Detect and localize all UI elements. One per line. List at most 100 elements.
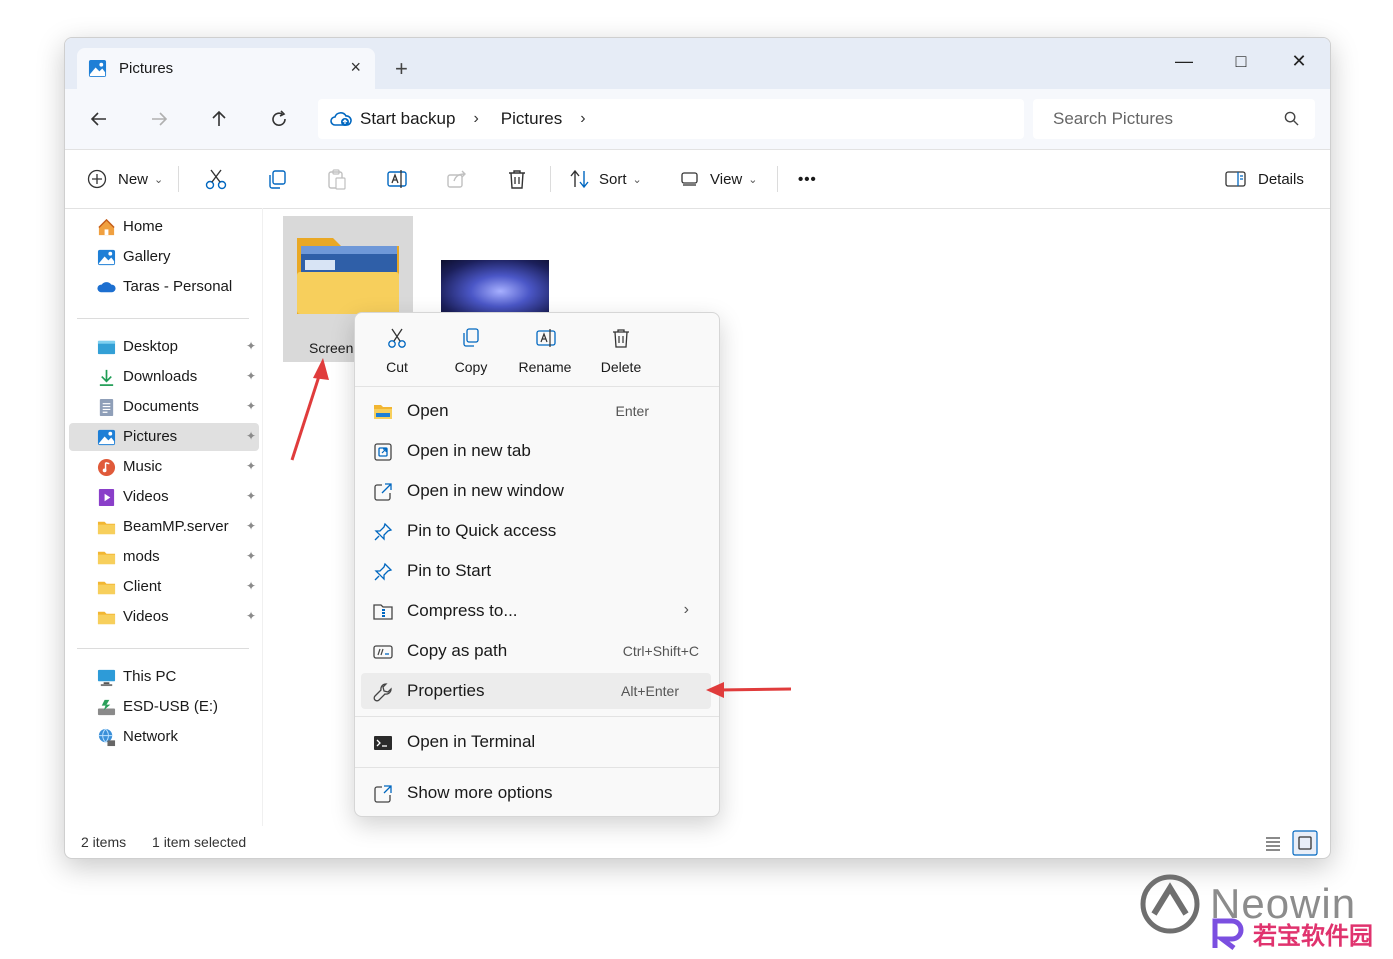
pin-icon[interactable]: ✦: [246, 609, 256, 623]
tab-pictures[interactable]: Pictures ×: [77, 48, 375, 89]
new-window-icon: [374, 483, 392, 501]
pin-icon[interactable]: ✦: [246, 579, 256, 593]
sidebar-item-desktop[interactable]: Desktop ✦: [69, 333, 259, 361]
breadcrumb-separator[interactable]: ›: [473, 110, 478, 128]
close-tab-icon[interactable]: ×: [350, 57, 361, 78]
breadcrumb-pictures[interactable]: Pictures: [501, 109, 562, 129]
sidebar-item-usb-drive[interactable]: ESD-USB (E:): [69, 693, 259, 721]
menu-item-open-new-tab[interactable]: Open in new tab: [361, 433, 711, 469]
folder-icon: [97, 581, 116, 595]
pin-icon: [374, 522, 393, 541]
menu-item-label: Pin to Quick access: [407, 521, 557, 540]
sidebar-item-documents[interactable]: Documents ✦: [69, 393, 259, 421]
details-button[interactable]: Details: [1225, 150, 1304, 208]
pin-icon[interactable]: ✦: [246, 459, 256, 473]
item-count: 2 items: [81, 834, 127, 850]
view-button[interactable]: View ⌄: [681, 150, 757, 208]
sidebar-item-videos-folder[interactable]: Videos ✦: [69, 603, 259, 631]
share-button[interactable]: [446, 150, 468, 208]
menu-item-show-more-options[interactable]: Show more options: [361, 775, 711, 811]
videos-icon: [98, 488, 115, 507]
folder-icon: [297, 238, 399, 314]
pin-icon[interactable]: ✦: [246, 369, 256, 383]
view-label: View: [710, 170, 743, 188]
menu-item-pin-quick-access[interactable]: Pin to Quick access: [361, 513, 711, 549]
forward-button[interactable]: [145, 105, 173, 133]
menu-item-label: Copy as path: [407, 641, 508, 660]
folder-open-icon: [374, 405, 392, 419]
new-tab-button[interactable]: +: [395, 56, 408, 82]
context-rename-button[interactable]: Rename: [509, 313, 581, 385]
folder-icon: [97, 611, 116, 625]
home-icon: [98, 218, 115, 236]
cut-icon: [205, 169, 227, 190]
more-options-button[interactable]: •••: [798, 150, 817, 208]
image-thumbnail[interactable]: [441, 260, 549, 312]
search-icon: [1284, 111, 1299, 126]
title-bar: Pictures × + — □ ✕: [65, 38, 1330, 89]
wrench-icon: [373, 683, 392, 702]
details-view-icon[interactable]: [1264, 835, 1282, 851]
search-input[interactable]: [1051, 108, 1275, 130]
menu-item-properties[interactable]: Properties Alt+Enter: [361, 673, 711, 709]
cut-button[interactable]: [205, 150, 227, 208]
search-box[interactable]: [1033, 99, 1315, 139]
rbsoft-watermark: 若宝软件园: [1253, 923, 1373, 950]
pin-icon[interactable]: ✦: [246, 399, 256, 413]
menu-item-label: Pin to Start: [407, 561, 492, 580]
menu-item-copy-as-path[interactable]: Copy as path Ctrl+Shift+C: [361, 633, 711, 669]
delete-button[interactable]: [506, 150, 528, 208]
maximize-button[interactable]: □: [1218, 46, 1264, 76]
paste-button[interactable]: [326, 150, 348, 208]
context-delete-button[interactable]: Delete: [585, 313, 657, 385]
tiles-view-icon[interactable]: [1292, 830, 1318, 856]
menu-item-open-terminal[interactable]: Open in Terminal: [361, 724, 711, 760]
cloud-backup-icon: [330, 112, 352, 126]
sidebar-item-gallery[interactable]: Gallery: [69, 243, 259, 271]
minimize-button[interactable]: —: [1161, 46, 1207, 76]
start-backup-link[interactable]: Start backup: [360, 109, 455, 129]
sidebar-item-home[interactable]: Home: [69, 213, 259, 241]
back-button[interactable]: [85, 105, 113, 133]
sidebar-item-label: This PC: [123, 668, 177, 685]
pictures-icon: [97, 429, 116, 446]
sidebar-item-onedrive[interactable]: Taras - Personal: [69, 273, 259, 301]
pin-icon[interactable]: ✦: [246, 429, 256, 443]
menu-item-compress[interactable]: Compress to... ›: [361, 593, 711, 629]
close-window-button[interactable]: ✕: [1276, 46, 1322, 76]
new-button[interactable]: New ⌄: [87, 150, 163, 208]
sidebar-item-beammp-server[interactable]: BeamMP.server ✦: [69, 513, 259, 541]
selection-count: 1 item selected: [152, 834, 247, 850]
address-bar[interactable]: Start backup › Pictures ›: [318, 99, 1024, 139]
context-copy-button[interactable]: Copy: [435, 313, 507, 385]
context-cut-button[interactable]: Cut: [361, 313, 433, 385]
sidebar-item-this-pc[interactable]: This PC: [69, 663, 259, 691]
refresh-button[interactable]: [265, 105, 293, 133]
pin-icon[interactable]: ✦: [246, 519, 256, 533]
pin-icon[interactable]: ✦: [246, 339, 256, 353]
pin-icon[interactable]: ✦: [246, 489, 256, 503]
sidebar-item-label: Home: [123, 218, 164, 235]
menu-item-open-new-window[interactable]: Open in new window: [361, 473, 711, 509]
menu-item-open[interactable]: Open Enter: [361, 393, 711, 429]
sidebar-item-videos[interactable]: Videos ✦: [69, 483, 259, 511]
context-rename-label: Rename: [518, 359, 572, 375]
context-copy-label: Copy: [454, 359, 488, 375]
breadcrumb-separator[interactable]: ›: [580, 110, 585, 128]
share-icon: [447, 170, 466, 188]
menu-item-pin-start[interactable]: Pin to Start: [361, 553, 711, 589]
chevron-down-icon: ⌄: [748, 173, 758, 186]
sort-button[interactable]: Sort ⌄: [569, 150, 642, 208]
sidebar-item-music[interactable]: Music ✦: [69, 453, 259, 481]
sidebar-item-network[interactable]: Network: [69, 723, 259, 751]
up-button[interactable]: [205, 105, 233, 133]
sidebar-item-client[interactable]: Client ✦: [69, 573, 259, 601]
menu-item-label: Open: [407, 401, 449, 420]
pin-icon[interactable]: ✦: [246, 549, 256, 563]
onedrive-icon: [97, 282, 116, 293]
copy-button[interactable]: [266, 150, 288, 208]
sidebar-item-pictures[interactable]: Pictures ✦: [69, 423, 259, 451]
rename-button[interactable]: [386, 150, 408, 208]
sidebar-item-downloads[interactable]: Downloads ✦: [69, 363, 259, 391]
sidebar-item-mods[interactable]: mods ✦: [69, 543, 259, 571]
